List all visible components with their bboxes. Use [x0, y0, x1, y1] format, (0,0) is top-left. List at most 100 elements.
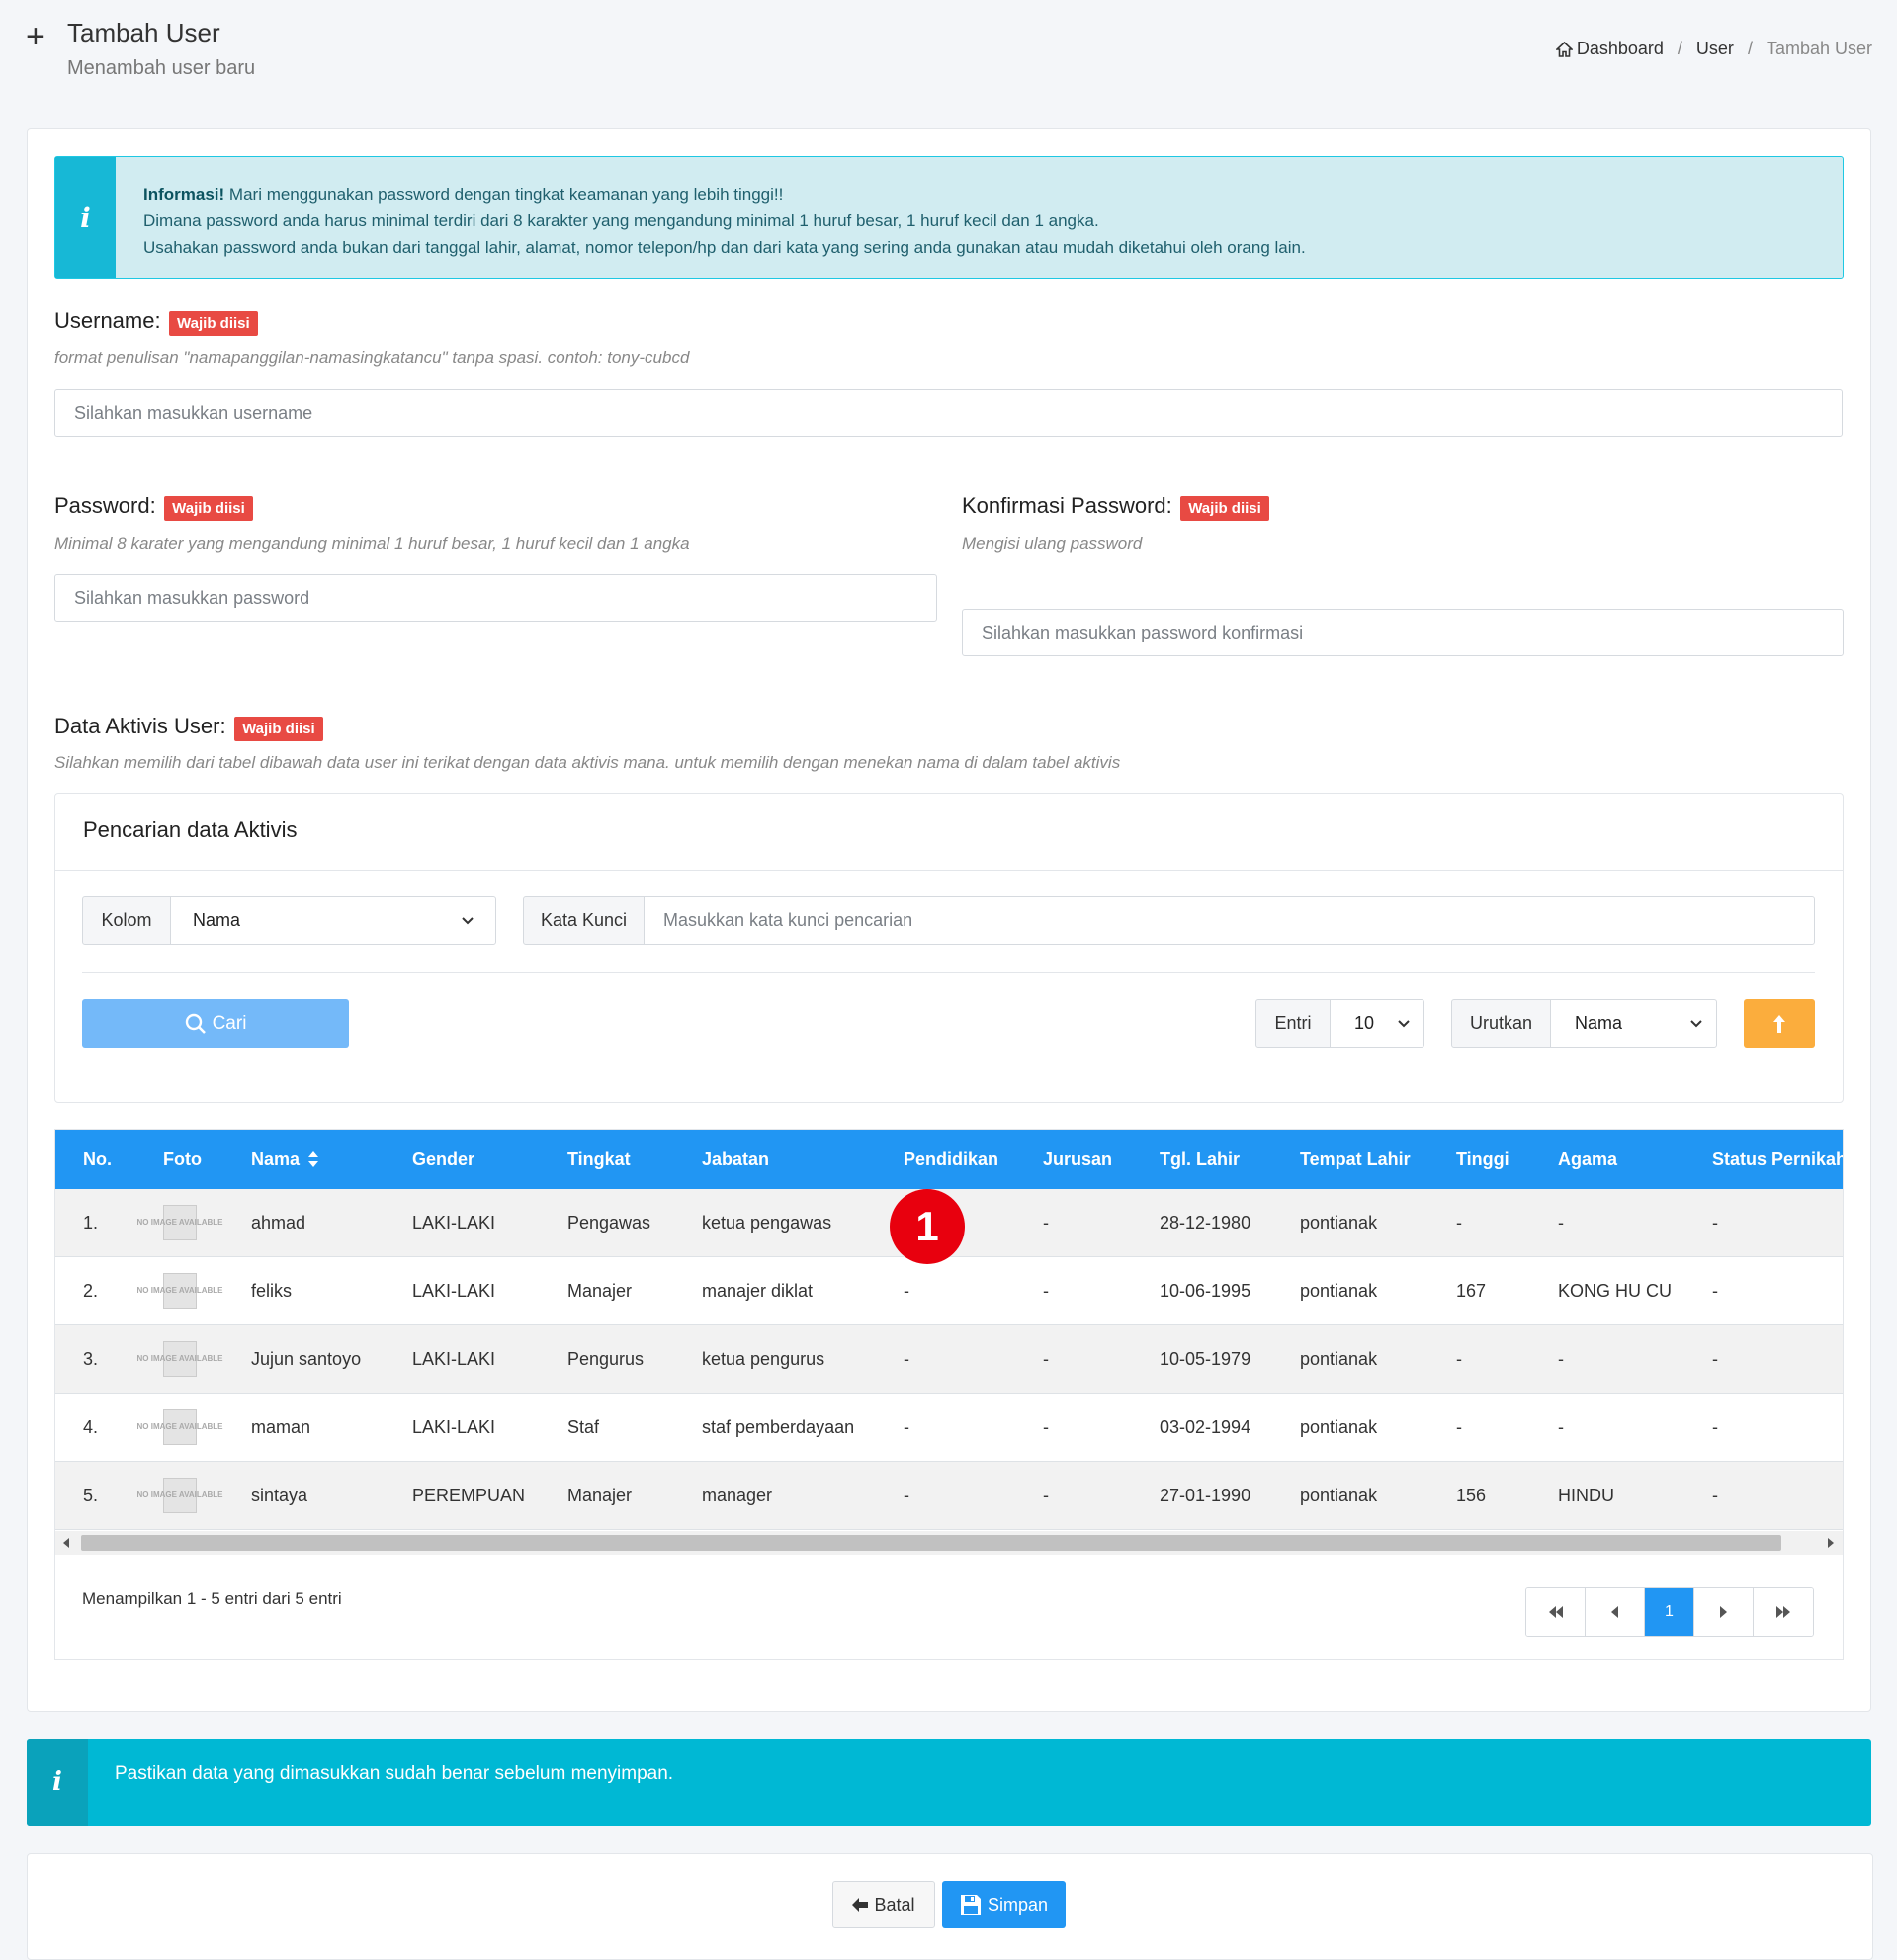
cell-jabatan: ketua pengawas	[702, 1212, 832, 1233]
cell-jurusan: -	[1043, 1348, 1049, 1369]
cell-foto: NO IMAGE AVAILABLE	[137, 1257, 222, 1324]
cell-agama: -	[1558, 1348, 1564, 1369]
kolom-label: Kolom	[82, 896, 171, 945]
cell-nama[interactable]: Jujun santoyo	[251, 1325, 361, 1393]
sort-direction-button[interactable]	[1744, 999, 1815, 1048]
breadcrumb-dashboard[interactable]: Dashboard	[1555, 39, 1664, 59]
cancel-button[interactable]: Batal	[832, 1881, 935, 1928]
breadcrumb: Dashboard / User / Tambah User	[1555, 39, 1872, 59]
sort-icon	[308, 1151, 319, 1167]
required-badge: Wajib diisi	[234, 717, 323, 742]
cell-tgl-lahir: 10-05-1979	[1160, 1348, 1251, 1369]
cell-tempat-lahir: pontianak	[1300, 1280, 1378, 1301]
horizontal-scrollbar[interactable]	[55, 1531, 1843, 1555]
cell-foto: NO IMAGE AVAILABLE	[137, 1462, 222, 1529]
divider	[82, 972, 1815, 973]
next-page-button[interactable]	[1694, 1588, 1754, 1636]
entri-select-value: 10	[1354, 1013, 1375, 1033]
th-jurusan: Jurusan	[1043, 1149, 1113, 1169]
cell-agama: -	[1558, 1416, 1564, 1437]
username-hint: format penulisan "namapanggilan-namasing…	[54, 348, 690, 367]
info-text: Informasi! Mari menggunakan password den…	[143, 181, 1306, 261]
add-icon: +	[26, 18, 45, 55]
cell-tinggi: -	[1456, 1348, 1462, 1369]
page-title: Tambah User	[67, 18, 220, 47]
search-title: Pencarian data Aktivis	[83, 817, 298, 842]
save-note-text: Pastikan data yang dimasukkan sudah bena…	[115, 1763, 674, 1784]
kolom-select[interactable]: Nama	[170, 896, 496, 945]
confirm-password-input[interactable]	[962, 609, 1844, 656]
table-header: No. Foto Nama Gender Tingkat Jabatan Pen…	[55, 1130, 1843, 1189]
th-nama-label: Nama	[251, 1149, 301, 1169]
cell-status-pernikahan: -	[1712, 1416, 1718, 1437]
breadcrumb-separator: /	[1677, 39, 1682, 58]
password-label-group: Password: Wajib diisi	[54, 493, 253, 522]
cell-nama[interactable]: maman	[251, 1394, 310, 1461]
cell-nama[interactable]: ahmad	[251, 1189, 305, 1256]
table-row[interactable]: 4. NO IMAGE AVAILABLE maman LAKI-LAKI Staf st…	[55, 1394, 1843, 1462]
table-info: Menampilkan 1 - 5 entri dari 5 entri	[82, 1589, 342, 1608]
cell-tingkat: Pengawas	[567, 1212, 651, 1233]
entri-select[interactable]: 10	[1330, 999, 1424, 1048]
chevron-down-icon	[462, 916, 474, 924]
scrollbar-thumb[interactable]	[81, 1535, 1781, 1551]
first-page-button[interactable]	[1526, 1588, 1586, 1636]
th-tingkat: Tingkat	[567, 1149, 631, 1169]
cell-tinggi: 156	[1456, 1485, 1487, 1505]
breadcrumb-dashboard-label: Dashboard	[1576, 39, 1664, 58]
keyword-input[interactable]	[644, 896, 1815, 945]
cell-pendidikan: -	[904, 1348, 909, 1369]
cell-nama[interactable]: feliks	[251, 1257, 292, 1324]
username-input[interactable]	[54, 389, 1843, 437]
cell-tgl-lahir: 28-12-1980	[1160, 1212, 1251, 1233]
th-pendidikan: Pendidikan	[904, 1149, 999, 1169]
search-button[interactable]: Cari	[82, 999, 349, 1048]
cell-gender: LAKI-LAKI	[412, 1348, 496, 1369]
search-card-header	[55, 794, 1843, 871]
save-note-alert: i Pastikan data yang dimasukkan sudah be…	[27, 1739, 1871, 1826]
table-row[interactable]: 3. NO IMAGE AVAILABLE Jujun santoyo LAKI-LA…	[55, 1325, 1843, 1394]
th-foto: Foto	[163, 1149, 202, 1169]
cell-gender: LAKI-LAKI	[412, 1280, 496, 1301]
cell-no: 3.	[83, 1348, 99, 1369]
cell-jabatan: staf pemberdayaan	[702, 1416, 855, 1437]
pagination: 1	[1525, 1587, 1814, 1637]
th-tempat-lahir: Tempat Lahir	[1300, 1149, 1411, 1169]
save-button[interactable]: Simpan	[942, 1881, 1066, 1928]
page-1-button[interactable]: 1	[1645, 1588, 1694, 1636]
prev-page-button[interactable]	[1586, 1588, 1645, 1636]
cell-status-pernikahan: -	[1712, 1212, 1718, 1233]
password-hint: Minimal 8 karater yang mengandung minima…	[54, 534, 690, 553]
breadcrumb-user[interactable]: User	[1696, 39, 1734, 59]
cell-pendidikan: -	[904, 1280, 909, 1301]
cell-tgl-lahir: 03-02-1994	[1160, 1416, 1251, 1437]
home-icon	[1555, 41, 1573, 57]
cell-jurusan: -	[1043, 1485, 1049, 1505]
cell-no: 5.	[83, 1485, 99, 1505]
scroll-right-icon[interactable]	[1828, 1538, 1834, 1548]
info-line3: Usahakan password anda bukan dari tangga…	[143, 238, 1306, 257]
password-input[interactable]	[54, 574, 937, 622]
info-strong: Informasi!	[143, 185, 225, 204]
arrow-left-icon	[852, 1898, 869, 1912]
table-row[interactable]: 5. NO IMAGE AVAILABLE sintaya PEREMPUAN Mana…	[55, 1462, 1843, 1530]
table-row[interactable]: 2. NO IMAGE AVAILABLE feliks LAKI-LAKI Manaj…	[55, 1257, 1843, 1325]
no-image-icon: NO IMAGE AVAILABLE	[137, 1273, 222, 1309]
info-line2: Dimana password anda harus minimal terdi…	[143, 212, 1099, 230]
last-page-button[interactable]	[1754, 1588, 1813, 1636]
cell-status-pernikahan: -	[1712, 1348, 1718, 1369]
cell-no: 2.	[83, 1280, 99, 1301]
search-icon	[185, 1013, 206, 1034]
double-chevron-left-icon	[1548, 1606, 1563, 1618]
th-tgl-lahir: Tgl. Lahir	[1160, 1149, 1240, 1169]
cell-tinggi: -	[1456, 1416, 1462, 1437]
urutkan-label: Urutkan	[1451, 999, 1551, 1048]
th-nama[interactable]: Nama	[251, 1130, 319, 1189]
cell-tingkat: Manajer	[567, 1280, 633, 1301]
scroll-left-icon[interactable]	[63, 1538, 69, 1548]
no-image-icon: NO IMAGE AVAILABLE	[137, 1341, 222, 1377]
cell-nama[interactable]: sintaya	[251, 1462, 307, 1529]
urutkan-select[interactable]: Nama	[1550, 999, 1717, 1048]
cell-agama: -	[1558, 1212, 1564, 1233]
info-line1: Mari menggunakan password dengan tingkat…	[224, 185, 784, 204]
